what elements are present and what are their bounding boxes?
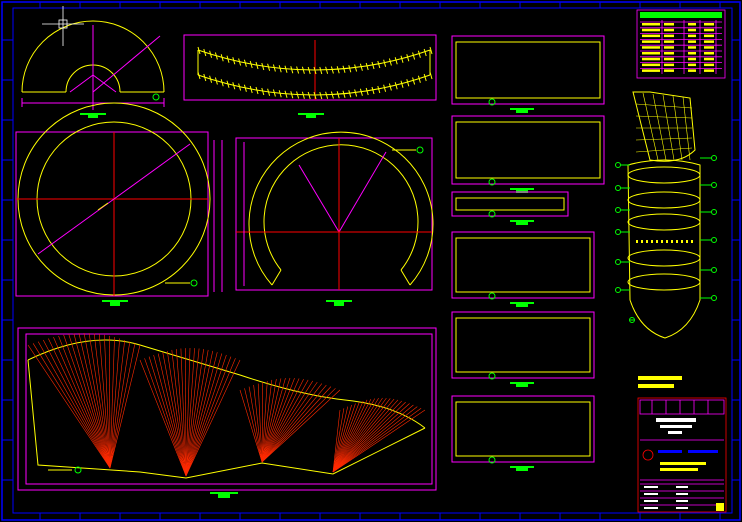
full-ring-view[interactable] (15, 102, 223, 306)
cad-drawing-canvas[interactable] (0, 0, 742, 522)
half-ring-view[interactable] (21, 20, 165, 118)
title-block[interactable] (637, 376, 727, 513)
parts-list-table[interactable] (636, 9, 726, 79)
drawing-sheet (1, 1, 741, 521)
flat-pattern-view[interactable] (17, 327, 437, 498)
cyclone-assembly-view[interactable] (615, 91, 717, 339)
crosshair-icon (42, 6, 84, 46)
partial-ring-view[interactable] (235, 131, 434, 306)
plate-detail-views[interactable] (451, 35, 605, 471)
conical-band-view[interactable] (183, 34, 437, 118)
